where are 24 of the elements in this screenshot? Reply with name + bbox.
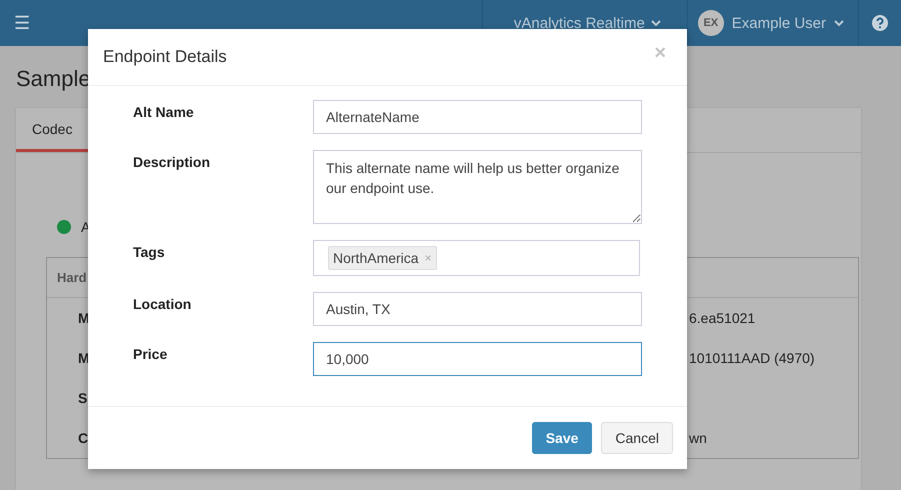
input-field[interactable]: 10,000 (313, 342, 642, 376)
save-button[interactable]: Save (532, 422, 592, 454)
field-label: Location (133, 295, 192, 314)
row-label: S (78, 390, 88, 406)
chevron-icon (834, 20, 844, 26)
text-area[interactable]: This alternate name will help us better organize our endpoint use. (313, 150, 642, 224)
row-value: 1010111AAD (4970) (689, 350, 815, 366)
input-field[interactable]: Austin, TX (313, 292, 642, 326)
chevron-icon (650, 20, 661, 26)
field-label: Alt Name (133, 103, 195, 122)
user-menu[interactable]: EX Example User (686, 0, 859, 46)
row-value: 6.ea51021 (689, 310, 756, 326)
tags-field[interactable]: NorthAmerica × (313, 240, 640, 276)
field-label: Price (133, 345, 168, 364)
row-value: wn (689, 430, 707, 446)
page-title: Sample (16, 66, 91, 93)
field-label: Description (133, 153, 212, 172)
menu-button[interactable]: ☰ (0, 0, 44, 46)
input-field[interactable]: AlternateName (313, 100, 642, 134)
cancel-button[interactable]: Cancel (601, 422, 673, 454)
help-icon[interactable] (872, 15, 888, 31)
row-label: C (78, 430, 88, 446)
dialog-title: Endpoint Details (103, 47, 227, 67)
user-avatar: EX (698, 10, 724, 36)
